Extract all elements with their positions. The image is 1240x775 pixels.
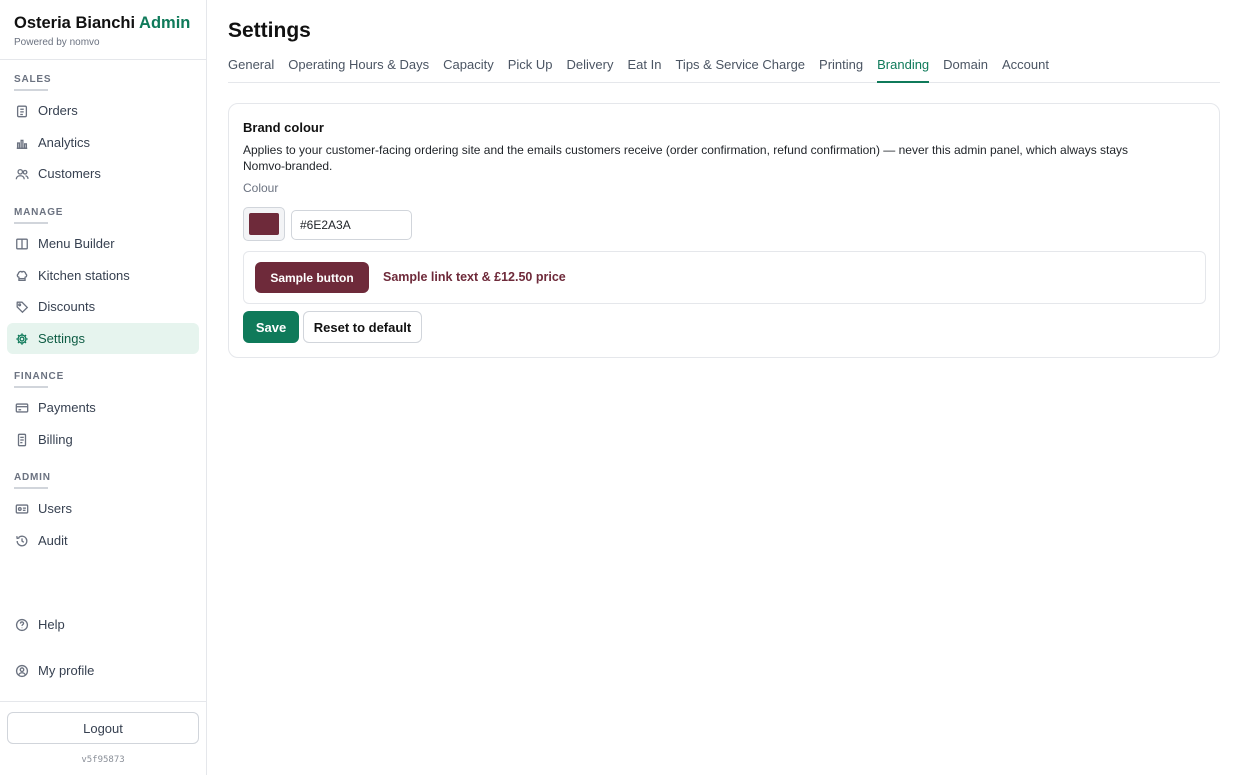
section-label-finance: FINANCE — [14, 371, 64, 388]
sidebar-item-analytics[interactable]: Analytics — [7, 127, 199, 158]
tab-pick-up[interactable]: Pick Up — [508, 56, 553, 83]
sidebar-item-label: Payments — [38, 400, 96, 415]
tab-general[interactable]: General — [228, 56, 274, 83]
brand-title: Osteria Bianchi Admin — [14, 14, 192, 33]
settings-tabs: General Operating Hours & Days Capacity … — [228, 56, 1220, 83]
card-title: Brand colour — [243, 120, 324, 135]
sidebar-item-my-profile[interactable]: My profile — [7, 655, 199, 686]
section-label-admin: ADMIN — [14, 472, 51, 489]
sample-link[interactable]: Sample link text & £12.50 price — [383, 270, 566, 284]
logout-button[interactable]: Logout — [7, 712, 199, 744]
chef-hat-icon — [15, 269, 29, 283]
sidebar-item-users[interactable]: Users — [7, 493, 199, 524]
tab-eat-in[interactable]: Eat In — [628, 56, 662, 83]
bar-chart-icon — [15, 136, 29, 150]
sidebar-item-discounts[interactable]: Discounts — [7, 291, 199, 322]
tab-capacity[interactable]: Capacity — [443, 56, 494, 83]
sidebar-item-label: Users — [38, 501, 72, 516]
history-icon — [15, 534, 29, 548]
admin-badge: Admin — [139, 14, 191, 32]
sidebar-item-menu-builder[interactable]: Menu Builder — [7, 228, 199, 259]
sidebar-item-label: Help — [38, 617, 65, 632]
sidebar-divider — [0, 701, 206, 702]
id-card-icon — [15, 502, 29, 516]
colour-picker-swatch[interactable] — [243, 207, 285, 241]
users-icon — [15, 167, 29, 181]
sidebar-item-label: Menu Builder — [38, 236, 115, 251]
sidebar-item-billing[interactable]: Billing — [7, 424, 199, 455]
credit-card-icon — [15, 401, 29, 415]
sidebar-item-label: Kitchen stations — [38, 268, 130, 283]
sample-button[interactable]: Sample button — [255, 262, 369, 293]
sidebar-item-customers[interactable]: Customers — [7, 158, 199, 189]
tab-domain[interactable]: Domain — [943, 56, 988, 83]
book-icon — [15, 237, 29, 251]
colour-swatch-fill — [249, 213, 279, 235]
card-description: Applies to your customer-facing ordering… — [243, 143, 1129, 173]
sidebar-item-label: Settings — [38, 331, 85, 346]
tab-operating-hours[interactable]: Operating Hours & Days — [288, 56, 429, 83]
sidebar-item-audit[interactable]: Audit — [7, 525, 199, 556]
sidebar-item-orders[interactable]: Orders — [7, 95, 199, 126]
sidebar-item-label: Analytics — [38, 135, 91, 150]
restaurant-name: Osteria Bianchi — [14, 14, 136, 32]
tab-delivery[interactable]: Delivery — [567, 56, 614, 83]
brand-preview: Sample button Sample link text & £12.50 … — [243, 251, 1206, 304]
brand-header: Osteria Bianchi Admin Powered by nomvo — [0, 0, 206, 60]
version-label: v5f95873 — [81, 755, 125, 765]
sidebar-item-label: My profile — [38, 663, 95, 678]
clipboard-icon — [15, 104, 29, 118]
tab-printing[interactable]: Printing — [819, 56, 863, 83]
sidebar-item-payments[interactable]: Payments — [7, 392, 199, 423]
reset-to-default-button[interactable]: Reset to default — [303, 311, 422, 343]
tag-icon — [15, 300, 29, 314]
sidebar-item-help[interactable]: Help — [7, 609, 199, 640]
sidebar-item-kitchen-stations[interactable]: Kitchen stations — [7, 260, 199, 291]
user-circle-icon — [15, 664, 29, 678]
sidebar-item-label: Audit — [38, 533, 68, 548]
sidebar-item-label: Customers — [38, 166, 101, 181]
receipt-icon — [15, 433, 29, 447]
brand-colour-card: Brand colour Applies to your customer-fa… — [228, 103, 1220, 358]
gear-icon — [15, 332, 29, 346]
sidebar-item-label: Orders — [38, 103, 78, 118]
sidebar: Osteria Bianchi Admin Powered by nomvo SA… — [0, 0, 207, 775]
sidebar-item-label: Billing — [38, 432, 73, 447]
powered-by: Powered by nomvo — [14, 37, 100, 48]
sidebar-item-settings[interactable]: Settings — [7, 323, 199, 354]
colour-label: Colour — [243, 181, 279, 195]
sidebar-item-label: Discounts — [38, 299, 96, 314]
tab-branding[interactable]: Branding — [877, 56, 930, 83]
tab-tips-service-charge[interactable]: Tips & Service Charge — [675, 56, 805, 83]
section-label-sales: SALES — [14, 74, 51, 91]
colour-hex-input[interactable] — [291, 210, 412, 240]
save-button[interactable]: Save — [243, 311, 299, 343]
tab-account[interactable]: Account — [1002, 56, 1049, 83]
section-label-manage: MANAGE — [14, 207, 63, 224]
help-circle-icon — [15, 618, 29, 632]
page-title: Settings — [228, 19, 311, 42]
